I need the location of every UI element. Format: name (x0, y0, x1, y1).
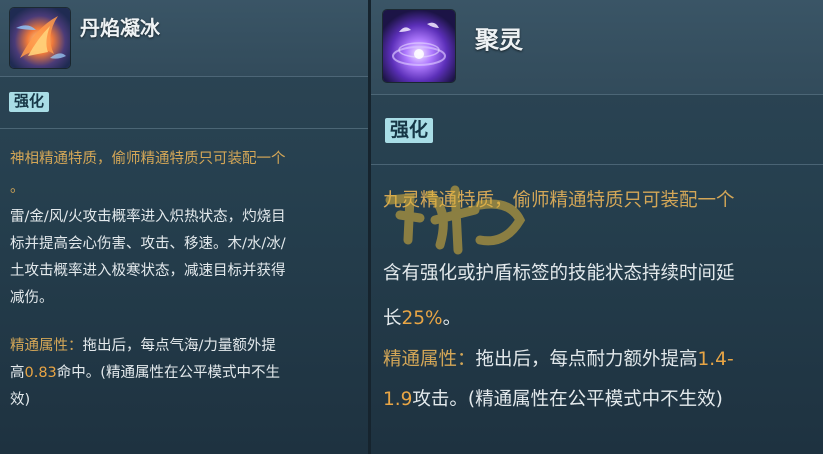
mastery-text: 高 (10, 365, 25, 381)
effect-line: 含有强化或护盾标签的技能状态持续时间延 (383, 263, 735, 284)
mastery-line: 精通属性：拖出后，每点气海/力量额外提 (10, 333, 276, 359)
skill-card-left: 丹焰凝冰 强化 神相精通特质，偷师精通特质只可装配一个 。 雷/金/风/火攻击概… (0, 0, 368, 454)
effect-line: 雷/金/风/火攻击概率进入炽热状态，灼烧目 (10, 209, 286, 225)
header-divider (371, 94, 823, 95)
skill-tag: 强化 (385, 118, 434, 143)
effect-value: 25% (401, 308, 443, 329)
mastery-text: 拖出后，每点耐力额外提高 (475, 349, 698, 370)
mastery-line: 高0.83命中。(精通属性在公平模式中不生 (10, 360, 280, 386)
mastery-label: 精通属性： (10, 338, 83, 354)
trait-line: 九灵精通特质，偷师精通特质只可装配一个 (383, 190, 735, 211)
skill-name: 丹焰凝冰 (80, 16, 160, 40)
mastery-text: 命中。(精通属性在公平模式中不生 (56, 365, 280, 381)
trait-line: 神相精通特质，偷师精通特质只可装配一个 (10, 151, 286, 167)
mastery-line: 1.9攻击。(精通属性在公平模式中不生效) (383, 385, 723, 415)
mastery-text: 攻击。(精通属性在公平模式中不生效) (412, 389, 723, 410)
skill-name: 聚灵 (475, 26, 523, 54)
effect-text: 。 (442, 308, 462, 329)
effect-line: 标并提高会心伤害、攻击、移速。木/水/冰/ (10, 236, 286, 252)
header-divider (0, 76, 368, 77)
mastery-value: 1.4- (697, 349, 734, 370)
section-divider (0, 128, 368, 129)
effect-line: 土攻击概率进入极寒状态，减速目标并获得 (10, 263, 286, 279)
purple-vortex-skill-icon (383, 10, 455, 82)
mastery-label: 精通属性： (383, 349, 476, 370)
mastery-line: 效) (10, 392, 31, 408)
mastery-value: 1.9 (383, 389, 413, 410)
skill-card-right: 聚灵 强化 九灵精通特质，偷师精通特质只可装配一个 含有强化或护盾标签的技能状态… (371, 0, 823, 454)
effect-line: 减伤。 (10, 290, 54, 306)
skill-card-header: 聚灵 (371, 0, 823, 94)
mastery-value: 0.83 (24, 365, 57, 381)
section-divider (371, 164, 823, 165)
trait-line-cont: 。 (10, 180, 25, 196)
effect-text: 长 (383, 308, 402, 329)
mastery-text: 拖出后，每点气海/力量额外提 (82, 338, 276, 354)
flame-frost-skill-icon (10, 8, 70, 68)
mastery-line: 精通属性：拖出后，每点耐力额外提高1.4- (383, 345, 734, 375)
skill-tag: 强化 (9, 92, 50, 112)
skill-card-header: 丹焰凝冰 (0, 0, 368, 76)
effect-line: 长25%。 (383, 304, 461, 334)
